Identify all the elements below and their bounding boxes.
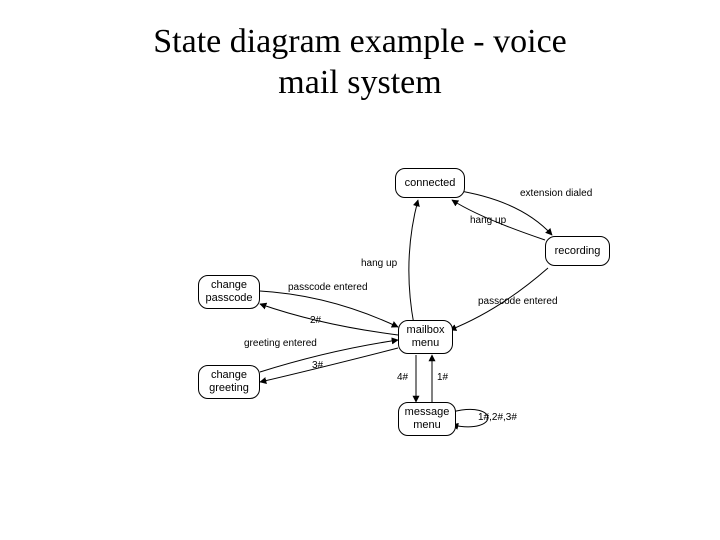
edges-svg	[0, 0, 720, 540]
state-recording-label: recording	[555, 245, 601, 258]
state-mailbox-menu-label: mailbox menu	[407, 324, 445, 349]
state-connected-label: connected	[405, 177, 456, 190]
state-diagram: connected recording change passcode mail…	[0, 0, 720, 540]
label-hang-up-mb: hang up	[361, 258, 397, 269]
edge-mailbox-changepass	[260, 304, 398, 335]
label-passcode-entered-cp: passcode entered	[288, 282, 368, 293]
state-recording: recording	[545, 236, 610, 266]
state-change-passcode: change passcode	[198, 275, 260, 309]
label-2hash: 2#	[310, 315, 321, 326]
state-connected: connected	[395, 168, 465, 198]
label-hang-up-rec: hang up	[470, 215, 506, 226]
label-passcode-entered-rec: passcode entered	[478, 296, 558, 307]
label-3hash: 3#	[312, 360, 323, 371]
label-greeting-entered: greeting entered	[244, 338, 317, 349]
edge-mailbox-connected	[409, 200, 418, 325]
state-mailbox-menu: mailbox menu	[398, 320, 453, 354]
state-message-menu: message menu	[398, 402, 456, 436]
label-4hash: 4#	[397, 372, 408, 383]
state-message-menu-label: message menu	[405, 406, 450, 431]
state-change-greeting: change greeting	[198, 365, 260, 399]
label-mm-self: 1#,2#,3#	[478, 412, 517, 423]
label-extension-dialed: extension dialed	[520, 188, 592, 199]
state-change-passcode-label: change passcode	[205, 279, 252, 304]
state-change-greeting-label: change greeting	[209, 369, 249, 394]
edge-changepass-mailbox	[260, 291, 398, 327]
label-1hash: 1#	[437, 372, 448, 383]
